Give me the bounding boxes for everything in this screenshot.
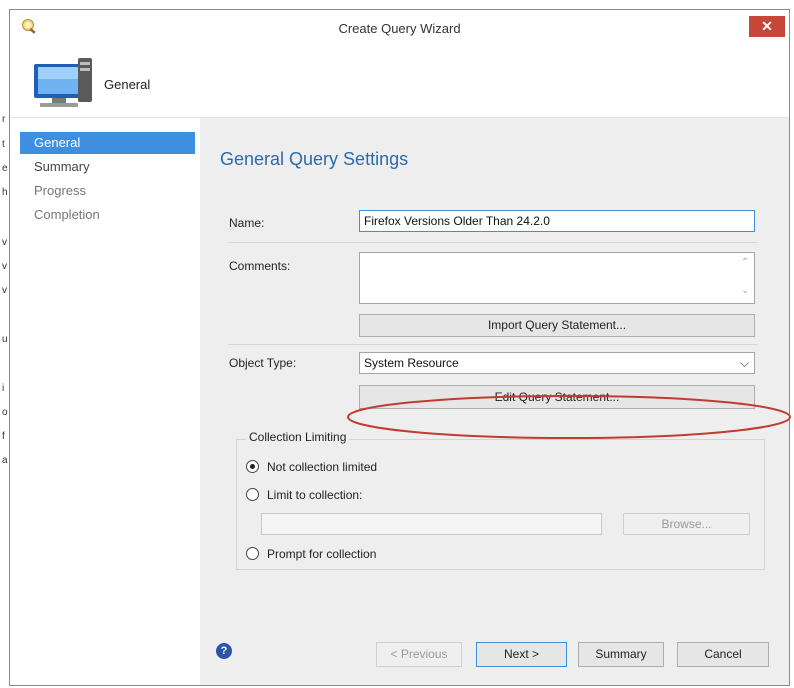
cancel-button[interactable]: Cancel xyxy=(677,642,769,667)
background-text: o xyxy=(2,407,8,418)
background-text: v xyxy=(2,285,7,296)
nav-item-summary[interactable]: Summary xyxy=(20,156,195,178)
collection-limiting-group: Collection Limiting Not collection limit… xyxy=(236,430,765,570)
next-button[interactable]: Next > xyxy=(476,642,567,667)
background-text: i xyxy=(2,383,5,394)
collection-input[interactable] xyxy=(261,513,602,535)
radio-not-limited[interactable] xyxy=(246,460,259,473)
background-text: v xyxy=(2,261,7,272)
radio-limit-to-collection[interactable] xyxy=(246,488,259,501)
background-text: t xyxy=(2,139,5,150)
background-text: h xyxy=(2,187,8,198)
scroll-up-icon[interactable]: ⌃ xyxy=(741,257,749,268)
divider xyxy=(228,242,757,243)
nav-item-completion: Completion xyxy=(34,207,100,222)
background-text: v xyxy=(2,237,7,248)
window-title: Create Query Wizard xyxy=(338,21,461,36)
background-text: u xyxy=(2,334,8,345)
browse-button[interactable]: Browse... xyxy=(623,513,750,535)
previous-button[interactable]: < Previous xyxy=(376,642,462,667)
collection-legend: Collection Limiting xyxy=(246,430,350,444)
chevron-down-icon: ⌵ xyxy=(739,356,749,370)
background-window: r t e h v v v u i o f a xyxy=(0,0,9,688)
object-type-label: Object Type: xyxy=(229,356,297,370)
title-bar[interactable]: Create Query Wizard ✕ xyxy=(10,10,789,46)
background-text: r xyxy=(2,114,6,125)
wizard-nav: General Summary Progress Completion xyxy=(20,132,195,685)
help-icon[interactable]: ? xyxy=(216,643,232,659)
wizard-window: Create Query Wizard ✕ General General Su… xyxy=(9,9,791,686)
comments-label: Comments: xyxy=(229,259,291,273)
object-type-select[interactable]: System Resource ⌵ xyxy=(359,352,755,374)
import-query-button[interactable]: Import Query Statement... xyxy=(359,314,755,337)
background-text: f xyxy=(2,431,5,442)
wizard-header: General xyxy=(10,46,789,118)
scroll-down-icon[interactable]: ⌄ xyxy=(741,285,749,296)
comments-field[interactable]: ⌃ ⌄ xyxy=(359,252,755,304)
page-title: General Query Settings xyxy=(220,149,409,169)
radio-limit-to-collection-label[interactable]: Limit to collection: xyxy=(267,488,362,502)
divider xyxy=(228,344,757,345)
background-text: e xyxy=(2,163,8,174)
computer-monitor-icon xyxy=(34,58,92,107)
name-input[interactable] xyxy=(359,210,755,232)
header-title: General xyxy=(104,77,151,92)
object-type-value: System Resource xyxy=(364,356,459,370)
radio-prompt-for-collection[interactable] xyxy=(246,547,259,560)
background-text: a xyxy=(2,455,8,466)
nav-item-general[interactable]: General xyxy=(20,132,195,154)
nav-item-progress: Progress xyxy=(34,183,87,198)
radio-prompt-label[interactable]: Prompt for collection xyxy=(267,547,376,561)
name-label: Name: xyxy=(229,216,265,230)
edit-query-button[interactable]: Edit Query Statement... xyxy=(359,385,755,409)
radio-not-limited-label[interactable]: Not collection limited xyxy=(267,460,377,474)
close-button[interactable]: ✕ xyxy=(749,16,785,37)
summary-button[interactable]: Summary xyxy=(578,642,664,667)
main-panel: General Query Settings Name: Comments: ⌃… xyxy=(200,118,791,685)
comments-scrollbar[interactable]: ⌃ ⌄ xyxy=(737,253,754,303)
